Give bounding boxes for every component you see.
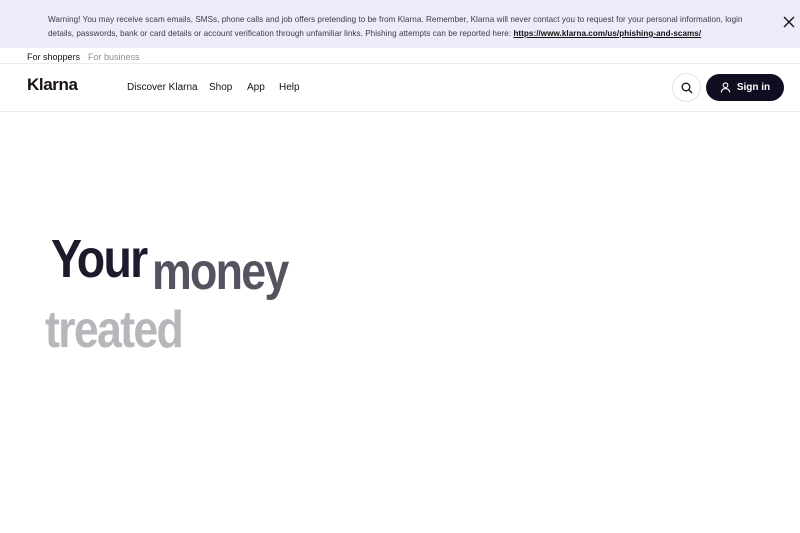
audience-switcher: For shoppers For business (0, 48, 800, 64)
klarna-logo[interactable]: Klarna (27, 75, 78, 95)
user-icon (720, 82, 731, 93)
warning-banner: Warning! You may receive scam emails, SM… (0, 0, 800, 48)
banner-close-button[interactable] (783, 15, 800, 33)
search-icon (681, 82, 692, 93)
phishing-report-link[interactable]: https://www.klarna.com/us/phishing-and-s… (513, 29, 701, 38)
hero-word-your: Your (51, 229, 148, 289)
sign-in-button[interactable]: Sign in (706, 74, 784, 101)
for-business-link[interactable]: For business (88, 52, 140, 62)
main-header: Klarna Discover Klarna Shop App Help Sig… (0, 64, 800, 112)
hero-section: Your money treated (0, 112, 800, 533)
nav-help[interactable]: Help (279, 82, 300, 93)
close-icon (783, 16, 795, 28)
nav-app[interactable]: App (247, 82, 265, 93)
hero-word-money: money (152, 243, 289, 301)
hero-word-treated: treated (45, 301, 184, 359)
warning-text: Warning! You may receive scam emails, SM… (48, 13, 748, 41)
sign-in-label: Sign in (736, 82, 771, 93)
search-button[interactable] (672, 73, 701, 102)
nav-discover-klarna[interactable]: Discover Klarna (127, 82, 198, 93)
nav-shop[interactable]: Shop (209, 82, 232, 93)
for-shoppers-link[interactable]: For shoppers (27, 52, 80, 62)
